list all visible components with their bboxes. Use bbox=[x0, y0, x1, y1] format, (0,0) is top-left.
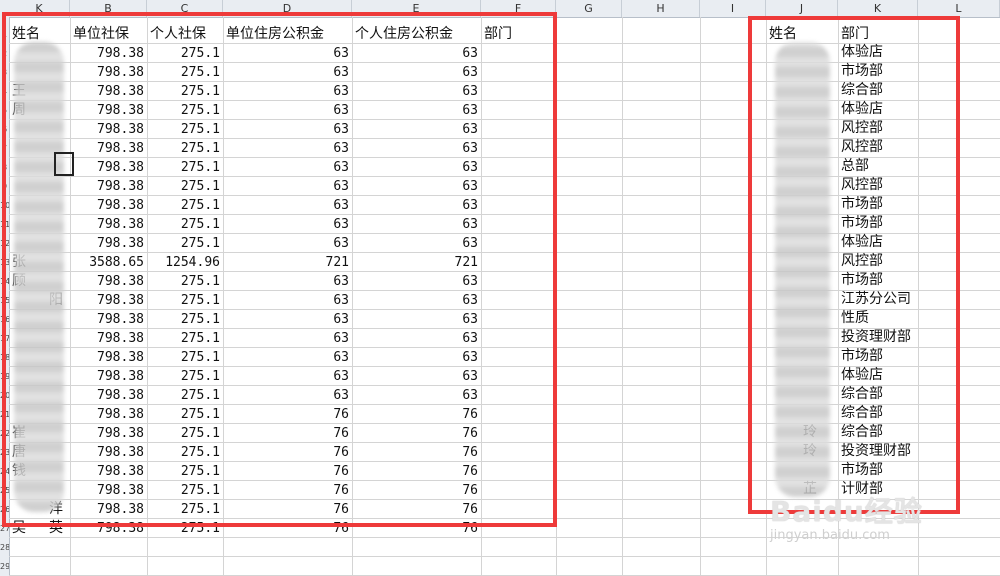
column-header[interactable]: K bbox=[838, 0, 918, 17]
row-header[interactable]: 29 bbox=[0, 557, 9, 576]
baidu-watermark: Baidu经验 jingyan.baidu.com bbox=[770, 490, 923, 543]
column-header[interactable]: L bbox=[918, 0, 1000, 17]
column-header[interactable]: H bbox=[622, 0, 700, 17]
column-header[interactable]: G bbox=[556, 0, 622, 17]
column-header[interactable]: J bbox=[766, 0, 838, 17]
baidu-logo: Baidu经验 bbox=[770, 495, 923, 528]
row-header[interactable]: 28 bbox=[0, 538, 9, 557]
column-header[interactable]: I bbox=[700, 0, 766, 17]
left-highlight-box bbox=[2, 12, 557, 527]
right-highlight-box bbox=[748, 16, 960, 514]
baidu-url: jingyan.baidu.com bbox=[770, 528, 890, 543]
spreadsheet[interactable]: KBCDEFGHIJKL 1 2 3 4 5 6 7 8 9 10 11 12 13 14 15 16 17 18… bbox=[0, 0, 1000, 576]
